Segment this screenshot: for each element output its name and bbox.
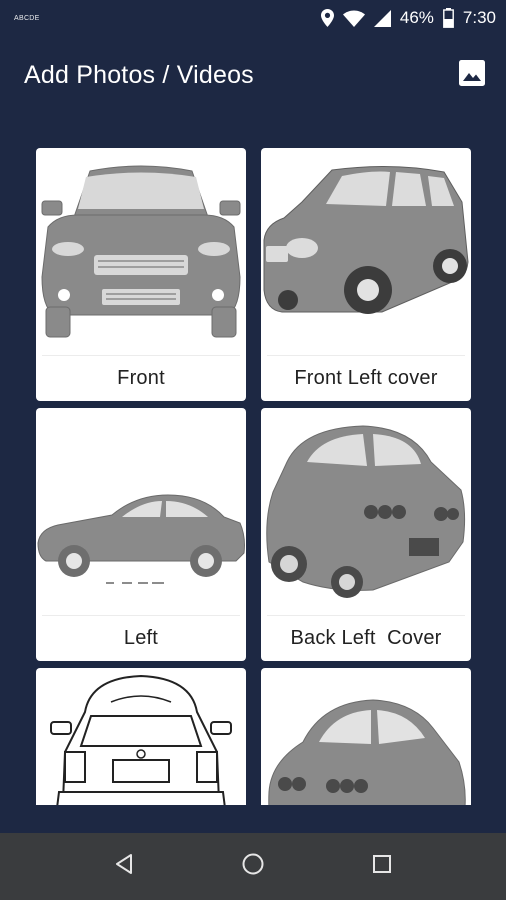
status-left: ABCDE [14,15,40,22]
card-label: Front [117,366,165,389]
car-back-right-image [261,668,471,805]
recents-button[interactable] [362,847,402,887]
recents-icon [372,854,392,879]
photo-card-back-left[interactable]: Back Left Cover [261,408,471,661]
photo-card-back-right[interactable] [261,668,471,805]
card-label: Front Left cover [294,366,438,389]
wifi-icon [342,10,365,27]
signal-icon [373,9,391,27]
content-bottom-spacer [0,805,506,833]
clock: 7:30 [462,8,496,27]
car-front-left-image [261,148,471,355]
photo-card-front-left[interactable]: Front Left cover [261,148,471,401]
navigation-bar [0,833,506,900]
back-button[interactable] [104,847,144,887]
location-icon [320,9,334,27]
photo-card-left[interactable]: Left [36,408,246,661]
photo-card-back[interactable] [36,668,246,805]
image-icon [459,59,485,91]
back-icon [114,853,134,880]
battery-icon [443,8,454,28]
card-label: Left [123,626,159,649]
home-button[interactable] [233,847,273,887]
battery-percent: 46% [399,8,434,27]
car-left-image [36,408,246,615]
car-back-image [36,668,246,805]
photo-grid: Front Front Left cover Left Back Left Co… [0,114,506,805]
app-bar: Add Photos / Videos [0,36,506,114]
gallery-button[interactable] [458,59,486,91]
status-bar: ABCDE 46% 7:30 [0,0,506,36]
card-label: Back Left Cover [290,626,442,649]
notification-icon: ABCDE [14,14,40,22]
car-front-image [36,148,246,355]
photo-card-front[interactable]: Front [36,148,246,401]
home-icon [241,852,265,881]
status-icons: 46% 7:30 [320,8,496,28]
car-back-left-image [261,408,471,615]
page-title: Add Photos / Videos [24,60,254,89]
